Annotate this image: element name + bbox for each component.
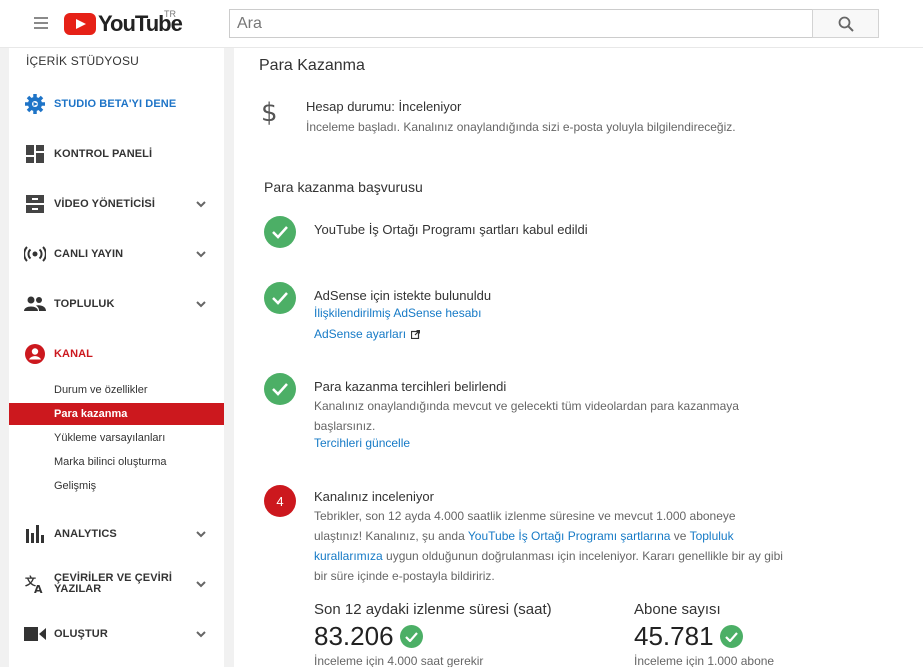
gear-icon <box>24 93 46 115</box>
sidebar-item-label: KANAL <box>54 348 93 360</box>
sidebar-subitem-monetization[interactable]: Para kazanma <box>9 403 224 425</box>
sidebar-item-video-manager[interactable]: VİDEO YÖNETİCİSİ <box>9 186 224 222</box>
sidebar-subitem-label: Durum ve özellikler <box>54 384 148 396</box>
step-text-part: ve <box>670 529 690 543</box>
watch-time-note: İnceleme için 4.000 saat gerekir <box>314 654 484 667</box>
page-title: Para Kazanma <box>259 57 365 74</box>
check-icon <box>264 282 296 314</box>
step-text-part: uygun olduğunun doğrulanması için incele… <box>314 549 783 583</box>
dollar-icon: $ <box>261 98 278 128</box>
chevron-down-icon[interactable] <box>195 248 207 260</box>
watch-time-number: 83.206 <box>314 621 394 651</box>
menu-icon[interactable] <box>34 17 48 29</box>
svg-text:A: A <box>34 583 43 594</box>
sidebar-item-community[interactable]: TOPLULUK <box>9 286 224 322</box>
watch-time-label: Son 12 aydaki izlenme süresi (saat) <box>314 601 552 618</box>
chevron-down-icon[interactable] <box>195 528 207 540</box>
sidebar-item-studio-beta[interactable]: STUDIO BETA'YI DENE <box>9 86 224 122</box>
play-icon <box>64 13 96 35</box>
sidebar-item-analytics[interactable]: ANALYTICS <box>9 516 224 552</box>
sidebar-item-channel[interactable]: KANAL <box>9 336 224 372</box>
sidebar-title: İÇERİK STÜDYOSU <box>26 54 140 68</box>
sidebar-item-dashboard[interactable]: KONTROL PANELİ <box>9 136 224 172</box>
sidebar-item-label: TOPLULUK <box>54 298 115 310</box>
sidebar-item-label: OLUŞTUR <box>54 628 108 640</box>
external-link-icon <box>411 329 421 339</box>
sidebar-subitem-upload-defaults[interactable]: Yükleme varsayılanları <box>9 427 224 449</box>
search-button[interactable] <box>812 9 879 38</box>
sidebar-item-label: ANALYTICS <box>54 528 117 540</box>
step-text: Kanalınız onaylandığında mevcut ve gelec… <box>314 399 739 433</box>
sidebar-subitem-label: Yükleme varsayılanları <box>54 432 166 444</box>
sidebar-item-label: KONTROL PANELİ <box>54 148 153 160</box>
sidebar-item-label: CANLI YAYIN <box>54 248 124 260</box>
check-icon <box>719 625 743 648</box>
step-title: Kanalınız inceleniyor <box>314 489 434 504</box>
step-number: 4 <box>276 493 284 509</box>
chevron-down-icon[interactable] <box>195 198 207 210</box>
subscriber-count-number: 45.781 <box>634 621 714 651</box>
sidebar-subitem-label: Gelişmiş <box>54 480 97 492</box>
channel-icon <box>24 343 46 365</box>
sidebar-item-create[interactable]: OLUŞTUR <box>9 616 224 652</box>
translate-icon: 文A <box>24 573 46 595</box>
live-icon <box>24 243 46 265</box>
video-manager-icon <box>24 193 46 215</box>
chevron-down-icon[interactable] <box>195 298 207 310</box>
top-bar: YouTube TR <box>0 0 923 48</box>
sidebar-subitem-advanced[interactable]: Gelişmiş <box>9 475 224 497</box>
region-label: TR <box>164 9 176 19</box>
sidebar-item-label: ÇEVİRİLER VE ÇEVİRİ YAZILAR <box>54 572 173 595</box>
analytics-icon <box>24 523 46 545</box>
adsense-settings-link[interactable]: AdSense ayarları <box>314 327 421 341</box>
update-preferences-link[interactable]: Tercihleri güncelle <box>314 436 410 450</box>
step-title: Para kazanma tercihleri belirlendi <box>314 379 507 394</box>
create-icon <box>24 623 46 645</box>
sidebar: İÇERİK STÜDYOSU STUDIO BETA'YI DENE KONT… <box>9 48 224 667</box>
subscriber-count-label: Abone sayısı <box>634 601 721 618</box>
step-title: YouTube İş Ortağı Programı şartları kabu… <box>314 222 588 237</box>
linked-adsense-account-link[interactable]: İlişkilendirilmiş AdSense hesabı <box>314 306 481 320</box>
section-title: Para kazanma başvurusu <box>264 179 423 195</box>
step-text: Tebrikler, son 12 ayda 4.000 saatlik izl… <box>314 506 786 586</box>
chevron-down-icon[interactable] <box>195 578 207 590</box>
sidebar-subitem-status[interactable]: Durum ve özellikler <box>9 379 224 401</box>
step-title: AdSense için istekte bulunuldu <box>314 288 492 303</box>
check-icon <box>264 216 296 248</box>
dashboard-icon <box>24 143 46 165</box>
step-number-badge: 4 <box>264 485 296 517</box>
main-panel: Para Kazanma $ Hesap durumu: İnceleniyor… <box>234 48 923 667</box>
sidebar-item-label: STUDIO BETA'YI DENE <box>54 98 177 110</box>
search-input[interactable] <box>230 10 812 37</box>
watch-time-value: 83.206 <box>314 621 423 652</box>
search-icon <box>838 16 854 32</box>
account-status: Hesap durumu: İnceleniyor <box>306 99 462 114</box>
check-icon <box>399 625 423 648</box>
sidebar-item-live[interactable]: CANLI YAYIN <box>9 236 224 272</box>
partner-program-terms-link[interactable]: YouTube İş Ortağı Programı şartlarına <box>468 529 671 543</box>
chevron-down-icon[interactable] <box>195 628 207 640</box>
adsense-settings-label: AdSense ayarları <box>314 327 407 341</box>
subscriber-count-value: 45.781 <box>634 621 743 652</box>
subscriber-count-note: İnceleme için 1.000 abone <box>634 654 775 667</box>
sidebar-subitem-label: Para kazanma <box>54 408 128 420</box>
search-box[interactable] <box>229 9 813 38</box>
sidebar-subitem-label: Marka bilinci oluşturma <box>54 456 167 468</box>
community-icon <box>24 293 46 315</box>
account-description: İnceleme başladı. Kanalınız onaylandığın… <box>306 120 736 134</box>
sidebar-item-translations[interactable]: 文A ÇEVİRİLER VE ÇEVİRİ YAZILAR <box>9 566 224 602</box>
check-icon <box>264 373 296 405</box>
sidebar-subitem-branding[interactable]: Marka bilinci oluşturma <box>9 451 224 473</box>
sidebar-item-label: VİDEO YÖNETİCİSİ <box>54 198 156 210</box>
